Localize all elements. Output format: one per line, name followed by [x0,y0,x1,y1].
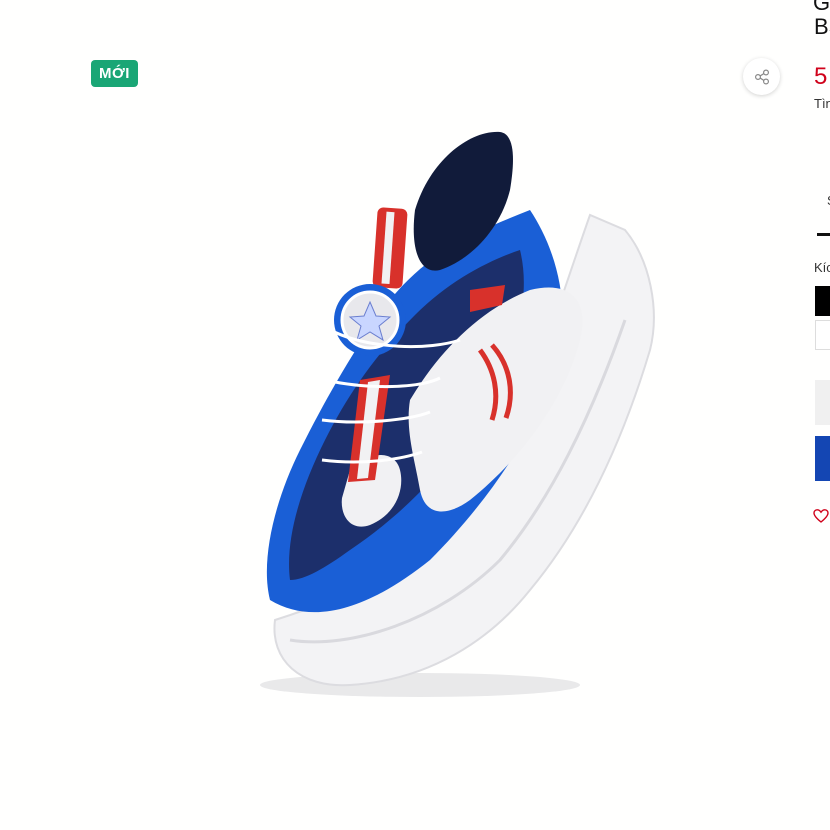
size-label: Kíc [814,260,830,275]
product-page: MỚI G B 5 Tìn Kíc [0,0,830,830]
add-to-cart-button[interactable] [815,380,830,425]
new-badge: MỚI [91,60,138,87]
product-image[interactable] [230,120,680,710]
product-name-line2: BS [814,14,830,39]
product-info-panel: G BS 5 Tìn S Kíc [813,0,830,830]
tab-underline [817,233,830,236]
heart-outline-icon[interactable] [813,508,829,524]
buy-now-button[interactable] [815,436,830,481]
share-icon [754,68,769,85]
product-subtext: Tìn [814,96,830,111]
share-button[interactable] [743,58,780,95]
size-option[interactable] [815,320,830,350]
product-price: 5 [814,63,828,90]
size-option-selected[interactable] [815,286,830,316]
